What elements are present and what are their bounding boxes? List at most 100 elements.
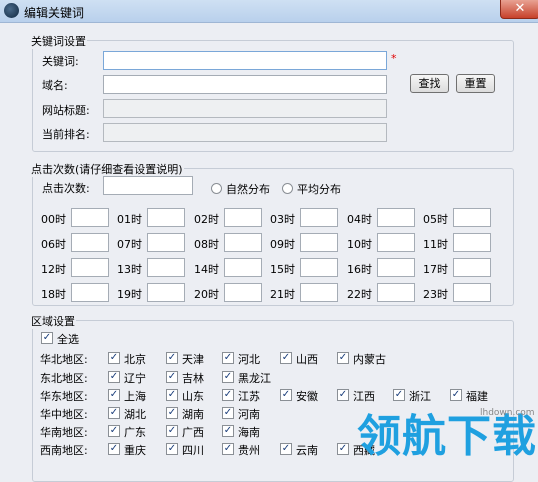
hour-input[interactable] <box>71 208 109 227</box>
reset-button[interactable]: 重置 <box>456 74 495 93</box>
hour-label: 13时 <box>117 263 142 276</box>
current-rank-label: 当前排名: <box>42 128 90 141</box>
hour-input[interactable] <box>300 208 338 227</box>
province-label: 云南 <box>296 444 318 457</box>
hour-label: 06时 <box>41 238 66 251</box>
keyword-settings-title: 关键词设置 <box>30 33 87 49</box>
hour-label: 07时 <box>117 238 142 251</box>
hour-input[interactable] <box>224 258 262 277</box>
hour-input[interactable] <box>377 258 415 277</box>
select-all-label: 全选 <box>57 333 79 346</box>
province-checkbox[interactable]: ✓ <box>222 352 234 364</box>
hour-input[interactable] <box>453 233 491 252</box>
hour-label: 15时 <box>270 263 295 276</box>
required-mark: * <box>391 52 397 65</box>
hour-input[interactable] <box>453 258 491 277</box>
province-checkbox[interactable]: ✓ <box>222 407 234 419</box>
hour-label: 09时 <box>270 238 295 251</box>
hour-input[interactable] <box>300 233 338 252</box>
province-checkbox[interactable]: ✓ <box>280 352 292 364</box>
province-checkbox[interactable]: ✓ <box>222 389 234 401</box>
province-checkbox[interactable]: ✓ <box>166 407 178 419</box>
natural-distribution-radio[interactable] <box>211 183 222 194</box>
hour-label: 04时 <box>347 213 372 226</box>
province-checkbox[interactable]: ✓ <box>108 425 120 437</box>
province-label: 贵州 <box>238 444 260 457</box>
province-checkbox[interactable]: ✓ <box>108 443 120 455</box>
region-label: 西南地区: <box>40 444 88 457</box>
province-checkbox[interactable]: ✓ <box>280 389 292 401</box>
hour-label: 17时 <box>423 263 448 276</box>
clicks-input[interactable] <box>103 176 193 195</box>
hour-input[interactable] <box>224 283 262 302</box>
hour-label: 16时 <box>347 263 372 276</box>
province-checkbox[interactable]: ✓ <box>222 425 234 437</box>
province-checkbox[interactable]: ✓ <box>166 443 178 455</box>
province-checkbox[interactable]: ✓ <box>108 371 120 383</box>
hour-input[interactable] <box>71 258 109 277</box>
app-icon <box>4 3 19 18</box>
hour-input[interactable] <box>224 208 262 227</box>
province-label: 江苏 <box>238 390 260 403</box>
province-checkbox[interactable]: ✓ <box>280 443 292 455</box>
region-label: 华东地区: <box>40 390 88 403</box>
hour-input[interactable] <box>147 283 185 302</box>
average-distribution-radio[interactable] <box>282 183 293 194</box>
hour-input[interactable] <box>147 233 185 252</box>
province-label: 河南 <box>238 408 260 421</box>
hour-label: 05时 <box>423 213 448 226</box>
province-checkbox[interactable]: ✓ <box>108 407 120 419</box>
hour-label: 10时 <box>347 238 372 251</box>
current-rank-field <box>103 123 387 142</box>
hour-input[interactable] <box>377 283 415 302</box>
province-checkbox[interactable]: ✓ <box>108 352 120 364</box>
natural-distribution-label: 自然分布 <box>226 183 270 196</box>
hour-input[interactable] <box>147 258 185 277</box>
watermark-url: lhdown.com <box>480 408 535 418</box>
hour-label: 02时 <box>194 213 219 226</box>
search-button[interactable]: 查找 <box>410 74 449 93</box>
province-label: 安徽 <box>296 390 318 403</box>
clicks-label: 点击次数: <box>42 182 90 195</box>
province-checkbox[interactable]: ✓ <box>108 389 120 401</box>
close-button[interactable]: ✕ <box>500 0 538 19</box>
province-checkbox[interactable]: ✓ <box>166 389 178 401</box>
hour-input[interactable] <box>147 208 185 227</box>
province-label: 山东 <box>182 390 204 403</box>
province-label: 北京 <box>124 353 146 366</box>
province-label: 湖南 <box>182 408 204 421</box>
province-label: 内蒙古 <box>353 353 386 366</box>
province-checkbox[interactable]: ✓ <box>166 352 178 364</box>
hour-label: 14时 <box>194 263 219 276</box>
domain-input[interactable] <box>103 75 387 94</box>
hour-input[interactable] <box>71 283 109 302</box>
hour-label: 08时 <box>194 238 219 251</box>
keyword-input[interactable] <box>103 51 387 70</box>
hour-label: 20时 <box>194 288 219 301</box>
hour-input[interactable] <box>453 283 491 302</box>
hour-input[interactable] <box>377 208 415 227</box>
hour-input[interactable] <box>71 233 109 252</box>
hour-input[interactable] <box>377 233 415 252</box>
province-checkbox[interactable]: ✓ <box>337 352 349 364</box>
province-checkbox[interactable]: ✓ <box>166 425 178 437</box>
province-checkbox[interactable]: ✓ <box>337 443 349 455</box>
province-label: 辽宁 <box>124 372 146 385</box>
hour-input[interactable] <box>224 233 262 252</box>
site-title-field <box>103 99 387 118</box>
select-all-checkbox[interactable]: ✓ <box>41 332 53 344</box>
hour-input[interactable] <box>300 258 338 277</box>
province-checkbox[interactable]: ✓ <box>222 371 234 383</box>
province-checkbox[interactable]: ✓ <box>337 389 349 401</box>
hour-label: 23时 <box>423 288 448 301</box>
hour-label: 12时 <box>41 263 66 276</box>
window-title: 编辑关键词 <box>24 6 85 20</box>
province-checkbox[interactable]: ✓ <box>222 443 234 455</box>
hour-input[interactable] <box>300 283 338 302</box>
hour-label: 19时 <box>117 288 142 301</box>
province-checkbox[interactable]: ✓ <box>166 371 178 383</box>
province-label: 吉林 <box>182 372 204 385</box>
region-label: 华中地区: <box>40 408 88 421</box>
province-label: 海南 <box>238 426 260 439</box>
hour-input[interactable] <box>453 208 491 227</box>
